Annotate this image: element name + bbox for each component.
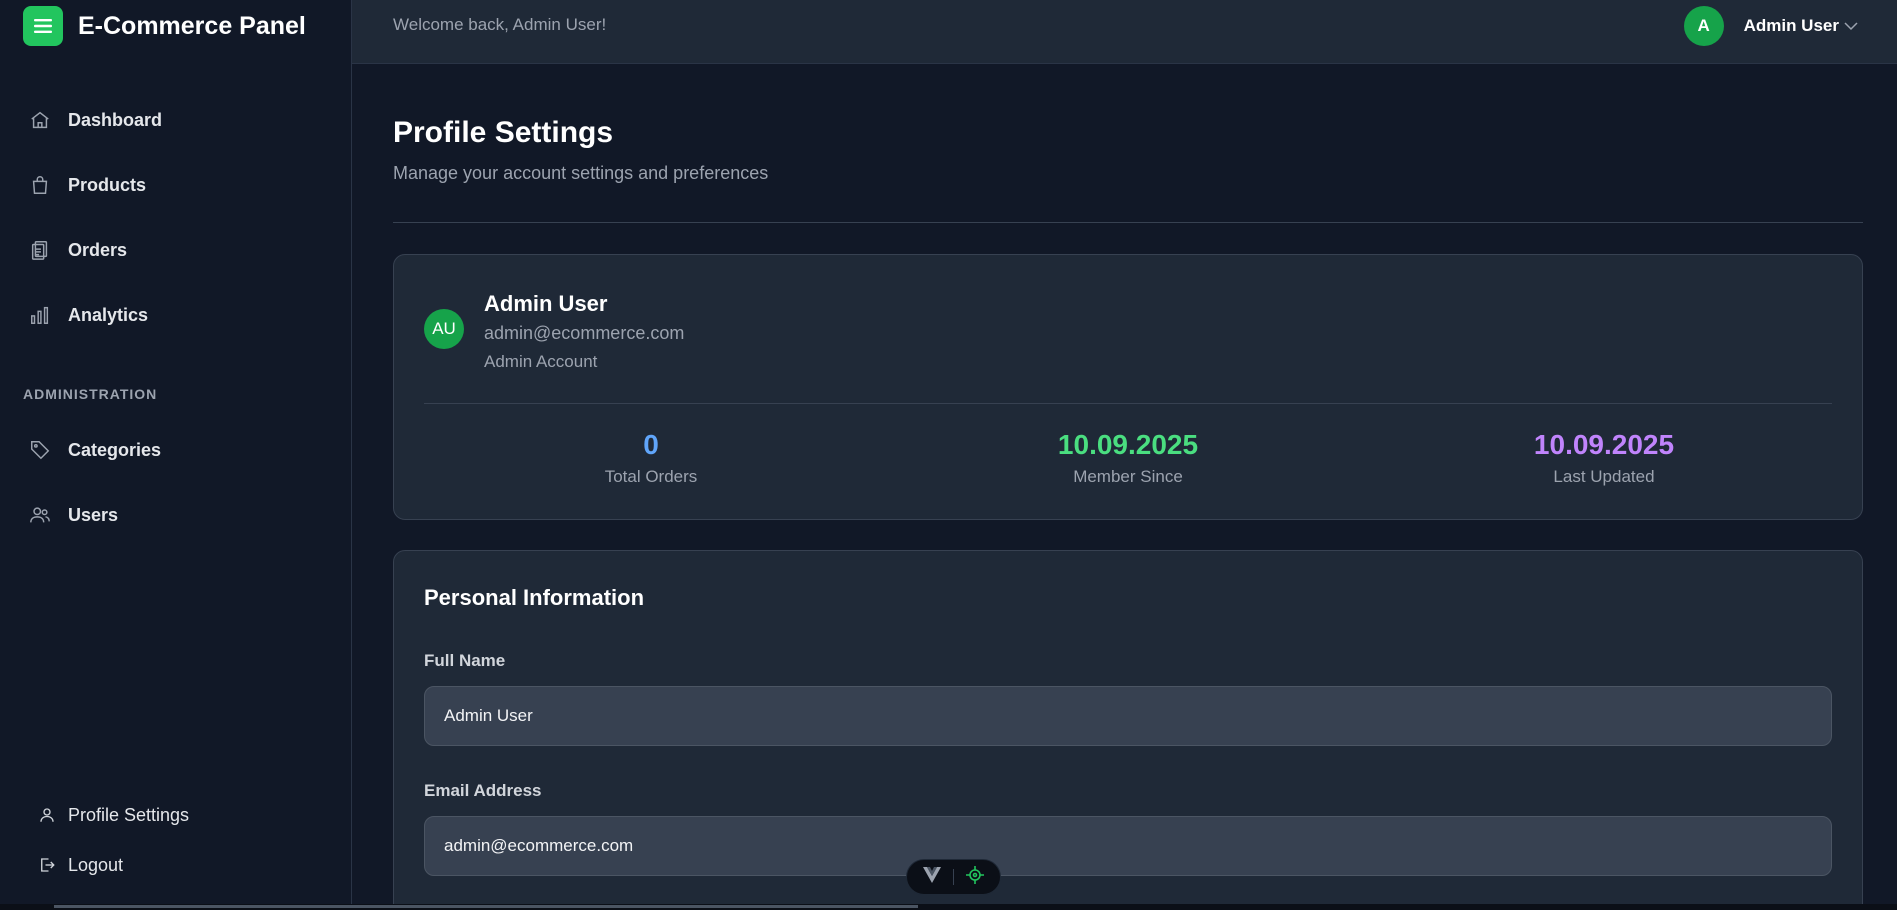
section-title: Personal Information <box>424 585 645 610</box>
profile-summary-card: AU Admin User admin@ecommerce.com Admin … <box>393 254 1863 520</box>
profile-role: Admin Account <box>484 352 598 371</box>
page-subtitle: Manage your account settings and prefere… <box>393 163 769 183</box>
sidebar-item-categories[interactable]: Categories <box>28 434 161 466</box>
user-icon <box>37 805 57 825</box>
sidebar-item-products[interactable]: Products <box>28 169 146 201</box>
sidebar-item-label: Products <box>68 174 147 195</box>
sidebar-item-users[interactable]: Users <box>28 499 118 531</box>
sidebar-item-label: Analytics <box>68 304 149 325</box>
stat-value: 10.09.2025 <box>1533 429 1675 460</box>
scrollbar-thumb[interactable] <box>54 905 918 908</box>
bar-chart-icon <box>28 303 52 327</box>
tag-icon <box>28 438 52 462</box>
profile-email: admin@ecommerce.com <box>484 323 685 343</box>
avatar[interactable]: A <box>1683 6 1724 46</box>
user-menu[interactable]: A Admin User <box>1683 6 1859 46</box>
separator <box>953 869 954 885</box>
stat-label: Member Since <box>1073 467 1183 486</box>
user-name[interactable]: Admin User <box>1744 16 1839 36</box>
page-title: Profile Settings <box>393 116 614 149</box>
stat-value: 0 <box>643 429 659 460</box>
sidebar-item-label: Dashboard <box>68 109 163 130</box>
home-icon <box>28 108 52 132</box>
avatar: AU <box>424 309 464 349</box>
stat-total-orders: 0 Total Orders <box>501 429 801 487</box>
sidebar-item-label: Users <box>68 504 119 525</box>
sidebar-item-label: Profile Settings <box>68 804 190 825</box>
sidebar-item-profile-settings[interactable]: Profile Settings <box>37 801 189 829</box>
sidebar-item-orders[interactable]: Orders <box>28 234 127 266</box>
horizontal-scrollbar[interactable] <box>0 904 1897 910</box>
personal-information-card: Personal Information Full Name Email Add… <box>393 550 1863 910</box>
stat-label: Last Updated <box>1553 467 1655 486</box>
full-name-field[interactable] <box>424 686 1832 746</box>
sidebar: E-Commerce Panel Dashboard Products Orde… <box>0 0 352 910</box>
floating-toolbar <box>906 859 1001 895</box>
stat-label: Total Orders <box>604 467 698 486</box>
clipboard-icon <box>28 238 52 262</box>
brand-title: E-Commerce Panel <box>78 11 306 40</box>
chevron-down-icon[interactable] <box>1843 18 1859 34</box>
menu-icon[interactable] <box>23 6 63 46</box>
logout-button[interactable]: Logout <box>37 851 123 879</box>
full-name-label: Full Name <box>424 651 506 670</box>
users-icon <box>28 503 52 527</box>
stat-value: 10.09.2025 <box>1057 429 1199 460</box>
vue-logo-icon[interactable] <box>923 866 941 888</box>
divider <box>393 222 1863 223</box>
sidebar-item-label: Logout <box>68 854 124 875</box>
stat-member-since: 10.09.2025 Member Since <box>978 429 1278 487</box>
email-field[interactable] <box>424 816 1832 876</box>
target-icon[interactable] <box>966 865 984 889</box>
sidebar-item-analytics[interactable]: Analytics <box>28 299 148 331</box>
divider <box>424 403 1832 404</box>
sidebar-item-label: Orders <box>68 239 128 260</box>
sidebar-item-dashboard[interactable]: Dashboard <box>28 104 162 136</box>
shopping-bag-icon <box>28 173 52 197</box>
stat-last-updated: 10.09.2025 Last Updated <box>1454 429 1754 487</box>
brand: E-Commerce Panel <box>23 6 306 46</box>
profile-name: Admin User <box>484 291 608 316</box>
top-header: Welcome back, Admin User! A Admin User <box>352 0 1897 64</box>
sidebar-item-label: Categories <box>68 439 162 460</box>
email-label: Email Address <box>424 781 542 800</box>
welcome-text: Welcome back, Admin User! <box>393 15 607 34</box>
section-label-administration: ADMINISTRATION <box>23 386 158 402</box>
logout-icon <box>37 855 57 875</box>
